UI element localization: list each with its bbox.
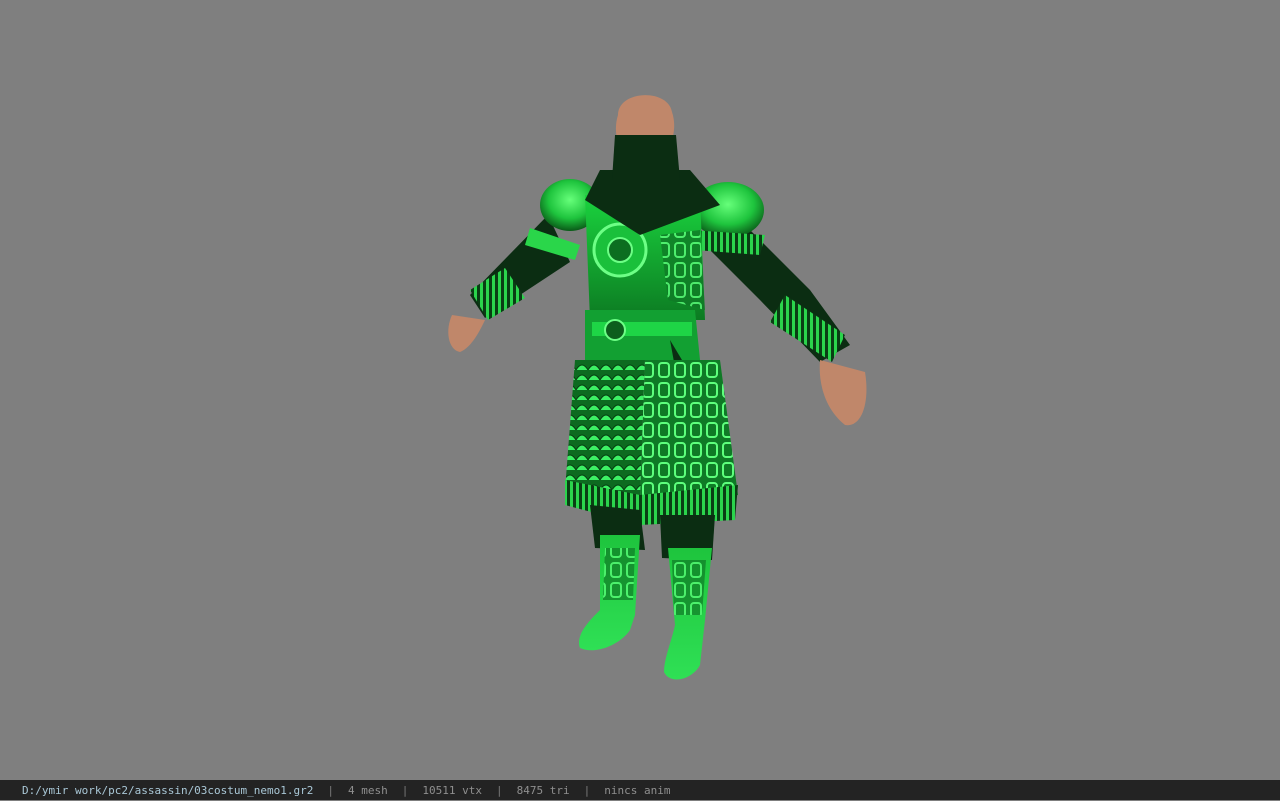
- head: [612, 95, 680, 180]
- 3d-viewport[interactable]: [0, 0, 1280, 780]
- separator: |: [401, 784, 409, 797]
- file-path: D:/ymir work/pc2/assassin/03costum_nemo1…: [22, 784, 314, 797]
- separator: |: [496, 784, 503, 797]
- boots: [579, 535, 712, 680]
- character-model[interactable]: [0, 0, 1280, 780]
- mesh-count: 4 mesh: [348, 784, 388, 797]
- face-mask: [612, 135, 680, 180]
- left-hand: [448, 315, 485, 352]
- left-arm: [448, 215, 580, 352]
- right-hand: [819, 360, 867, 426]
- separator: |: [327, 784, 335, 797]
- coat-skirt: [565, 360, 738, 525]
- animation-status: nincs anim: [604, 784, 671, 797]
- vertex-count: 10511 vtx: [422, 784, 483, 797]
- triangle-count: 8475 tri: [516, 784, 570, 797]
- status-bar: D:/ymir work/pc2/assassin/03costum_nemo1…: [0, 780, 1280, 800]
- separator: |: [583, 784, 591, 797]
